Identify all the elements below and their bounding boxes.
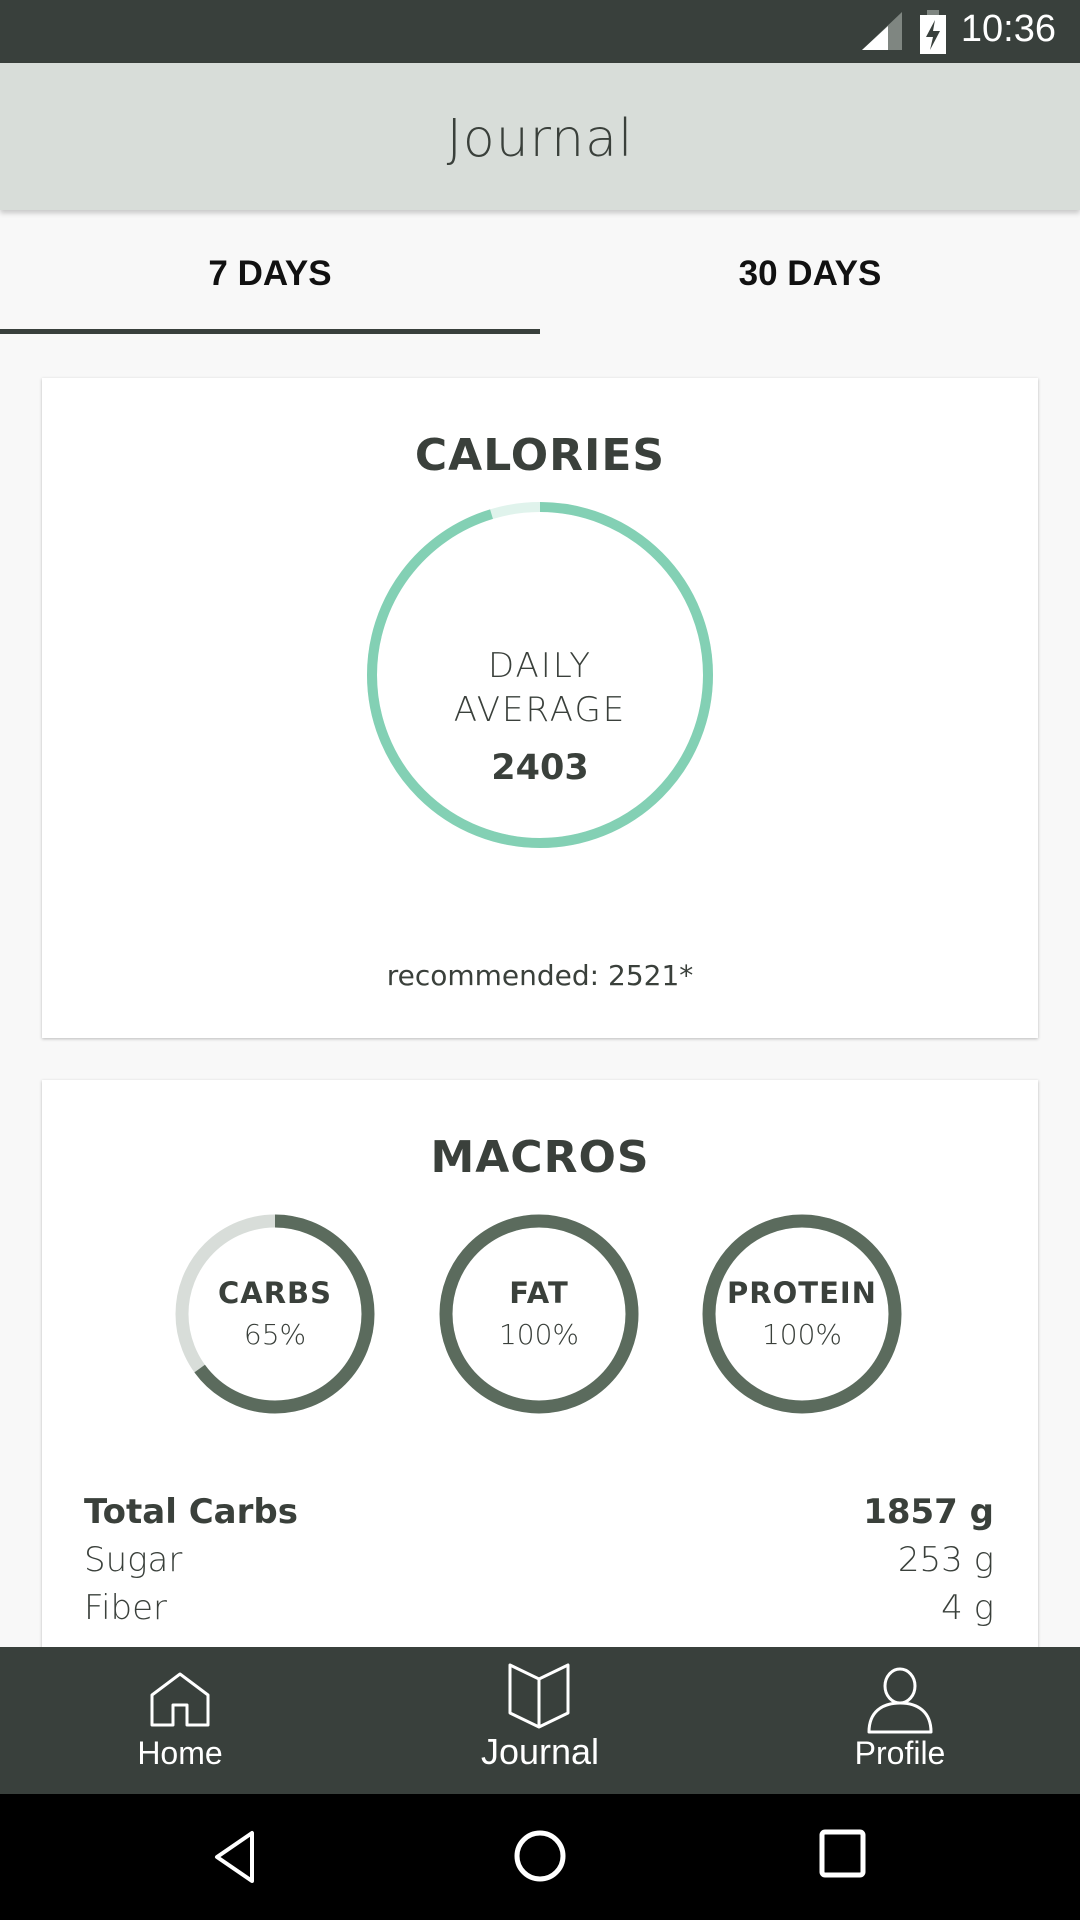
nav-journal-label: Journal (480, 1731, 600, 1772)
macro-label: PROTEIN (727, 1276, 877, 1310)
nav-profile[interactable]: Profile (720, 1647, 1080, 1794)
ring-label-average: AVERAGE (453, 690, 627, 730)
calories-card: CALORIES DAILY AVERAGE 2403 recommended:… (42, 378, 1038, 1038)
macro-row-sugar: Sugar 253 g (84, 1540, 994, 1580)
home-circle-icon[interactable] (512, 1828, 568, 1884)
row-value: 253 g (897, 1540, 994, 1580)
system-nav-bar (0, 1794, 1080, 1920)
row-label: Sugar (84, 1540, 183, 1580)
home-icon (150, 1672, 210, 1727)
calories-title: CALORIES (414, 430, 666, 481)
back-icon[interactable] (212, 1830, 258, 1884)
recommended-calories: recommended: 2521* (386, 959, 694, 992)
recents-icon[interactable] (818, 1828, 868, 1880)
macro-percent: 100% (498, 1318, 580, 1351)
row-value: 4 g (941, 1588, 994, 1628)
book-icon (508, 1663, 570, 1729)
nav-profile-label: Profile (854, 1735, 946, 1771)
daily-average-value: 2403 (491, 748, 589, 788)
macros-card: MACROS CARBS 65% FAT 100% PROTEIN 100% Total … (42, 1080, 1038, 1680)
macro-ring-progress (702, 1214, 902, 1414)
tab-30-days[interactable]: 30 DAYS (540, 210, 1080, 333)
tab-7-days[interactable]: 7 DAYS (0, 210, 540, 333)
macro-row-total-carbs: Total Carbs 1857 g (84, 1492, 994, 1532)
ring-label-daily: DAILY (487, 646, 593, 686)
macro-row-fiber: Fiber 4 g (84, 1588, 994, 1628)
row-label: Fiber (84, 1588, 168, 1628)
macro-ring-carbs: CARBS 65% (175, 1214, 375, 1414)
nav-journal[interactable]: Journal (360, 1647, 720, 1794)
person-icon (867, 1667, 933, 1734)
macro-label: CARBS (217, 1276, 333, 1310)
tab-indicator (0, 329, 540, 334)
nav-home-label: Home (137, 1735, 223, 1771)
page-title: Journal (446, 109, 634, 169)
macro-ring-fat: FAT 100% (439, 1214, 639, 1414)
macros-title: MACROS (430, 1132, 650, 1183)
macro-ring-progress (439, 1214, 639, 1414)
macro-percent: 65% (243, 1318, 307, 1351)
row-value: 1857 g (863, 1492, 994, 1532)
status-bar: 10:36 (0, 0, 1080, 63)
app-bar: Journal (0, 63, 1080, 210)
bottom-nav: Home Journal Profile (0, 1647, 1080, 1794)
macro-ring-protein: PROTEIN 100% (702, 1214, 902, 1414)
status-time: 10:36 (960, 8, 1056, 50)
row-label: Total Carbs (84, 1492, 298, 1532)
battery-charging-icon (920, 10, 946, 54)
nav-home[interactable]: Home (0, 1647, 360, 1794)
signal-icon (862, 12, 902, 50)
macro-percent: 100% (761, 1318, 843, 1351)
macro-label: FAT (509, 1276, 569, 1310)
